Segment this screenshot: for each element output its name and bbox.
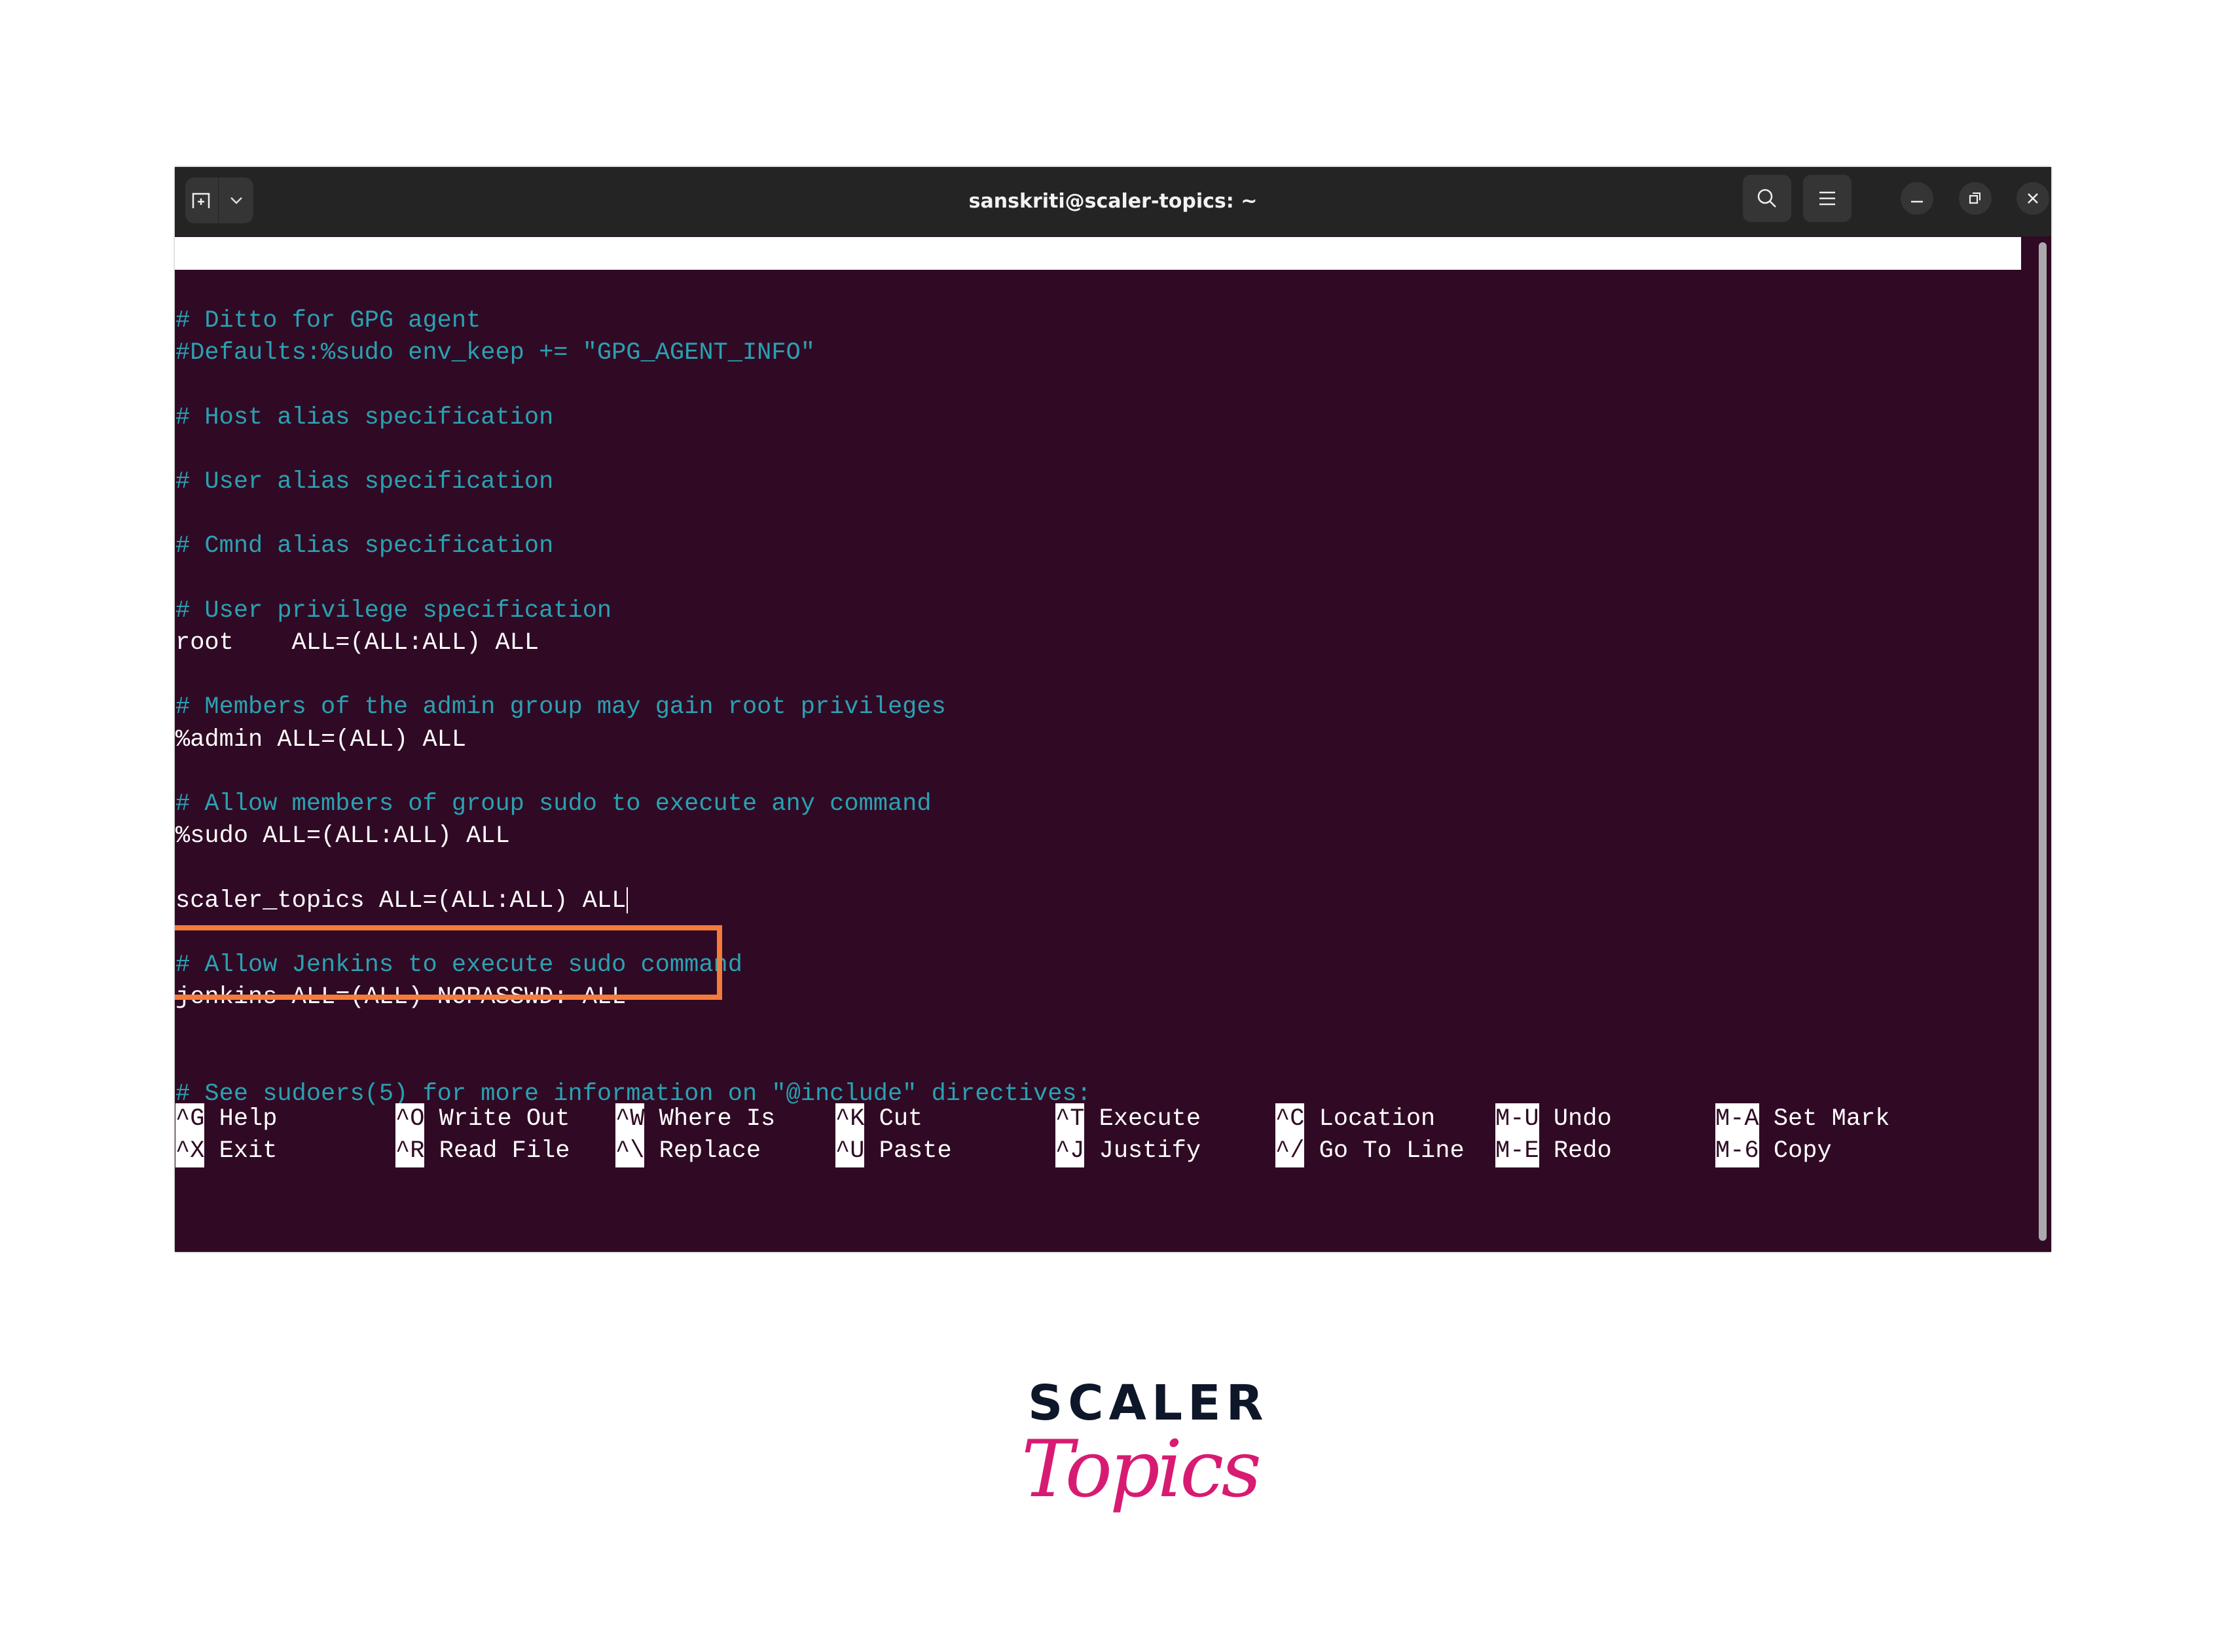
- new-tab-button[interactable]: [185, 177, 218, 223]
- shortcut-replace[interactable]: ^\ Replace: [615, 1135, 761, 1168]
- shortcut-label: Where Is: [644, 1105, 776, 1133]
- shortcut-read-file[interactable]: ^R Read File: [395, 1135, 570, 1168]
- shortcut-key: ^J: [1055, 1135, 1085, 1168]
- scaler-topics-logo: SCALER Topics: [995, 1362, 1264, 1539]
- comment-line: #Defaults:%sudo env_keep += "GPG_AGENT_I…: [175, 339, 815, 367]
- shortcut-key: ^K: [835, 1103, 865, 1135]
- minimize-button[interactable]: [1901, 182, 1933, 215]
- shortcut-label: Cut: [864, 1105, 923, 1133]
- shortcut-justify[interactable]: ^J Justify: [1055, 1135, 1201, 1168]
- shortcut-key: ^W: [615, 1103, 645, 1135]
- shortcut-where-is[interactable]: ^W Where Is: [615, 1103, 775, 1135]
- shortcut-key: ^\: [615, 1135, 645, 1168]
- shortcut-key: ^G: [175, 1103, 205, 1135]
- close-button[interactable]: [2016, 182, 2049, 215]
- comment-line: # Members of the admin group may gain ro…: [175, 693, 946, 722]
- shortcut-location[interactable]: ^C Location: [1275, 1103, 1435, 1135]
- nano-title-bar: GNU nano 6.2 /etc/sudoers.tmp *: [175, 237, 2021, 333]
- shortcut-label: Replace: [644, 1137, 761, 1166]
- shortcut-key: M-6: [1715, 1135, 1759, 1168]
- comment-line: # Ditto for GPG agent: [175, 307, 481, 335]
- comment-line: # Cmnd alias specification: [175, 532, 554, 560]
- menu-button[interactable]: [1803, 175, 1852, 222]
- shortcut-paste[interactable]: ^U Paste: [835, 1135, 952, 1168]
- shortcut-key: ^O: [395, 1103, 425, 1135]
- header-bar: sanskriti@scaler-topics: ~: [175, 167, 2051, 236]
- shortcut-key: M-U: [1495, 1103, 1539, 1135]
- shortcut-help[interactable]: ^G Help: [175, 1103, 277, 1135]
- scrollbar[interactable]: [2039, 242, 2047, 1241]
- shortcut-key: ^U: [835, 1135, 865, 1168]
- shortcut-copy[interactable]: M-6 Copy: [1715, 1135, 1832, 1168]
- shortcut-label: Set Mark: [1759, 1105, 1890, 1133]
- code-line: %admin ALL=(ALL) ALL: [175, 725, 467, 754]
- code-line: root ALL=(ALL:ALL) ALL: [175, 629, 539, 657]
- nano-editor[interactable]: GNU nano 6.2 /etc/sudoers.tmp * # Ditto …: [175, 237, 2021, 1252]
- shortcut-key: ^R: [395, 1135, 425, 1168]
- shortcut-set-mark[interactable]: M-A Set Mark: [1715, 1103, 1889, 1135]
- comment-line: # User alias specification: [175, 468, 554, 496]
- shortcut-label: Help: [204, 1105, 278, 1133]
- shortcut-go-to-line[interactable]: ^/ Go To Line: [1275, 1135, 1465, 1168]
- close-icon: [2028, 193, 2038, 204]
- comment-line: # Host alias specification: [175, 403, 554, 431]
- restore-icon: [1969, 193, 1980, 204]
- shortcut-execute[interactable]: ^T Execute: [1055, 1103, 1201, 1135]
- shortcut-exit[interactable]: ^X Exit: [175, 1135, 278, 1168]
- shortcut-key: ^T: [1055, 1103, 1085, 1135]
- shortcut-key: ^/: [1275, 1135, 1305, 1168]
- shortcut-label: Copy: [1759, 1137, 1832, 1166]
- nano-version: GNU nano 6.2: [205, 272, 380, 300]
- shortcut-undo[interactable]: M-U Undo: [1495, 1103, 1612, 1135]
- comment-line: # User privilege specification: [175, 597, 612, 625]
- shortcut-label: Read File: [424, 1137, 570, 1166]
- shortcut-key: ^C: [1275, 1103, 1305, 1135]
- shortcut-label: Execute: [1084, 1105, 1201, 1133]
- shortcut-label: Go To Line: [1304, 1137, 1465, 1166]
- shortcut-key: M-A: [1715, 1103, 1759, 1135]
- logo-topics-text: Topics: [1021, 1424, 1262, 1515]
- shortcut-label: Location: [1304, 1105, 1436, 1133]
- search-button[interactable]: [1743, 175, 1791, 222]
- maximize-button[interactable]: [1959, 182, 1992, 215]
- shortcut-write-out[interactable]: ^O Write Out: [395, 1103, 570, 1135]
- code-line: %sudo ALL=(ALL:ALL) ALL: [175, 822, 510, 851]
- shortcut-cut[interactable]: ^K Cut: [835, 1103, 922, 1135]
- shortcut-label: Undo: [1539, 1105, 1612, 1133]
- tab-dropdown-button[interactable]: [219, 177, 253, 223]
- shortcut-label: Redo: [1539, 1137, 1612, 1166]
- comment-line: # Allow members of group sudo to execute…: [175, 790, 932, 818]
- shortcut-label: Exit: [204, 1137, 278, 1166]
- new-tab-icon: [192, 193, 210, 208]
- file-name: /etc/sudoers.tmp *: [1012, 305, 1273, 333]
- terminal-window: sanskriti@scaler-topics: ~ GNU nano 6.2 …: [175, 167, 2051, 1252]
- shortcut-key: ^X: [175, 1135, 205, 1168]
- chevron-down-icon: [230, 197, 242, 204]
- logo-scaler-text: SCALER: [1028, 1375, 1269, 1431]
- shortcut-label: Paste: [864, 1137, 952, 1166]
- minimize-icon: [1911, 200, 1923, 203]
- highlight-annotation: [175, 925, 722, 1000]
- shortcut-key: M-E: [1495, 1135, 1539, 1168]
- hamburger-menu-icon: [1819, 191, 1835, 206]
- shortcut-label: Justify: [1084, 1137, 1201, 1166]
- search-icon: [1757, 189, 1776, 208]
- highlighted-line: scaler_topics ALL=(ALL:ALL) ALL: [175, 885, 629, 917]
- shortcut-label: Write Out: [424, 1105, 570, 1133]
- text-cursor: [627, 887, 629, 913]
- shortcut-redo[interactable]: M-E Redo: [1495, 1135, 1612, 1168]
